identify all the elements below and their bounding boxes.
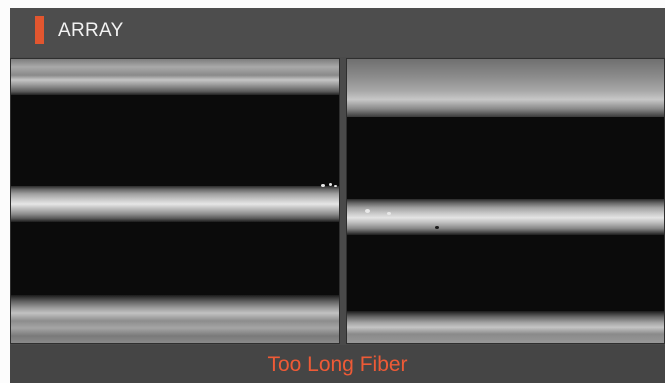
fiber-edge-bottom [347,311,664,343]
status-bar: Too Long Fiber [10,345,665,383]
dust-speck [321,184,325,187]
dust-speck [334,185,337,187]
fiber-core-middle [11,186,339,222]
fiber-edge-top [347,59,664,117]
dust-speck [365,209,370,213]
accent-marker-icon [35,16,44,44]
header-bar: ARRAY [10,8,665,57]
fiber-core-middle [347,199,664,235]
camera-view-left [10,58,340,344]
dust-speck [435,226,439,229]
mode-title: ARRAY [58,20,124,41]
fusion-splicer-screen: ARRAY Too Long Fiber [10,8,665,383]
dust-speck [387,212,391,215]
fiber-edge-bottom [11,295,339,343]
fiber-edge-top [11,59,339,95]
status-message: Too Long Fiber [267,353,408,376]
camera-view-right [346,58,665,344]
dust-speck [329,183,332,186]
